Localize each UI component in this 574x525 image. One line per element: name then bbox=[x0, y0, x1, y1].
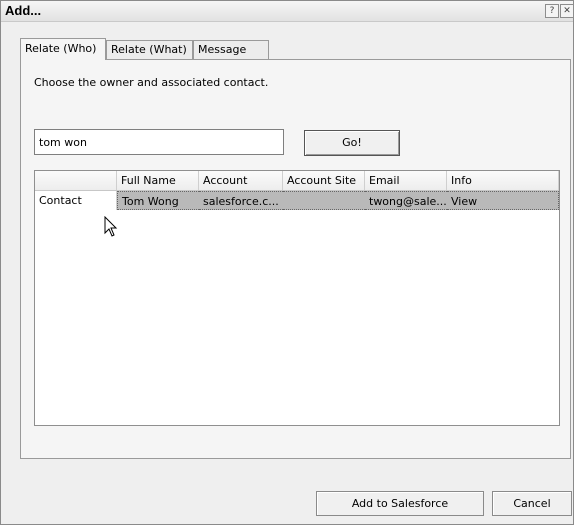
search-input[interactable] bbox=[34, 129, 284, 155]
row-account-cell[interactable]: salesforce.c... bbox=[199, 191, 283, 210]
row-type-cell[interactable]: Contact bbox=[35, 191, 117, 210]
row-email-cell[interactable]: twong@sale... bbox=[365, 191, 447, 210]
help-icon[interactable]: ? bbox=[545, 4, 559, 18]
column-header-account-site[interactable]: Account Site bbox=[283, 171, 365, 190]
grid-header: Full Name Account Account Site Email Inf… bbox=[35, 171, 559, 191]
add-to-salesforce-button[interactable]: Add to Salesforce bbox=[316, 491, 484, 516]
column-header-type[interactable] bbox=[35, 171, 117, 190]
instruction-text: Choose the owner and associated contact. bbox=[34, 76, 269, 89]
column-header-account[interactable]: Account bbox=[199, 171, 283, 190]
mouse-pointer-icon bbox=[104, 216, 118, 237]
go-button[interactable]: Go! bbox=[304, 130, 400, 156]
column-header-full-name[interactable]: Full Name bbox=[117, 171, 199, 190]
tab-relate-who[interactable]: Relate (Who) bbox=[20, 38, 106, 60]
row-account-site-cell[interactable] bbox=[283, 191, 365, 210]
column-header-info[interactable]: Info bbox=[447, 171, 559, 190]
title-bar[interactable]: Add... ? ✕ bbox=[1, 1, 574, 22]
close-icon[interactable]: ✕ bbox=[560, 4, 574, 18]
tab-relate-what[interactable]: Relate (What) bbox=[106, 40, 193, 59]
table-row[interactable]: Contact Tom Wong salesforce.c... twong@s… bbox=[35, 191, 559, 210]
cancel-button[interactable]: Cancel bbox=[492, 491, 572, 516]
window-title: Add... bbox=[5, 3, 42, 18]
results-grid: Full Name Account Account Site Email Inf… bbox=[34, 170, 560, 426]
relate-who-panel: Choose the owner and associated contact.… bbox=[20, 59, 571, 459]
tab-message[interactable]: Message bbox=[193, 40, 269, 59]
row-full-name-cell[interactable]: Tom Wong bbox=[117, 191, 199, 210]
column-header-email[interactable]: Email bbox=[365, 171, 447, 190]
row-info-link[interactable]: View bbox=[447, 191, 559, 210]
add-dialog-window: Add... ? ✕ Relate (Who) Relate (What) Me… bbox=[0, 0, 574, 525]
